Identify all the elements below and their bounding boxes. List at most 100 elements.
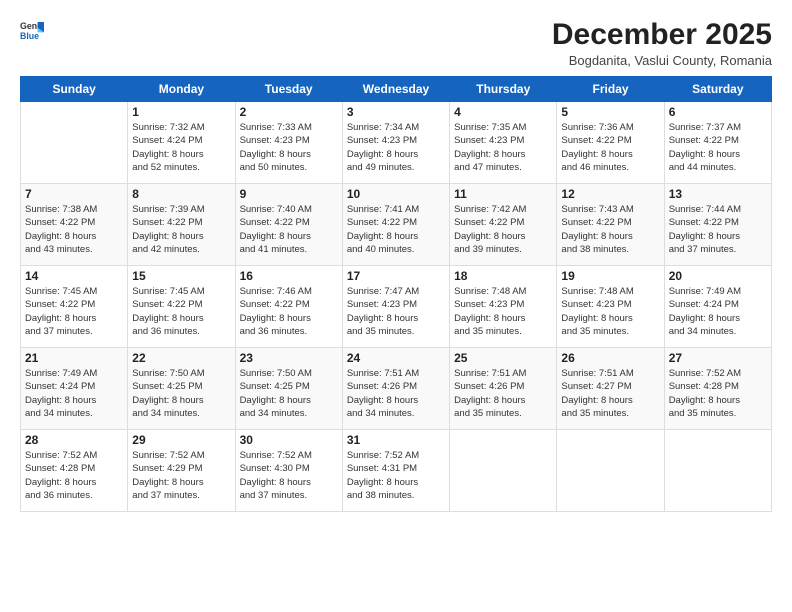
table-row xyxy=(664,430,771,512)
title-section: December 2025 Bogdanita, Vaslui County, … xyxy=(552,18,772,68)
table-row: 22Sunrise: 7:50 AM Sunset: 4:25 PM Dayli… xyxy=(128,348,235,430)
calendar-week-0: 1Sunrise: 7:32 AM Sunset: 4:24 PM Daylig… xyxy=(21,102,772,184)
day-number: 2 xyxy=(240,105,338,119)
day-number: 16 xyxy=(240,269,338,283)
table-row: 21 Sunrise: 7:49 AM Sunset: 4:24 PM Dayli… xyxy=(21,348,128,430)
day-info: Sunrise: 7:52 AM Sunset: 4:28 PM Dayligh… xyxy=(669,367,767,420)
day-info: Sunrise: 7:34 AM Sunset: 4:23 PM Dayligh… xyxy=(347,121,445,174)
day-number: 4 xyxy=(454,105,552,119)
calendar-week-1: 7 Sunrise: 7:38 AM Sunset: 4:22 PM Daylig… xyxy=(21,184,772,266)
day-info: Sunrise: 7:52 AM Sunset: 4:28 PM Dayligh… xyxy=(25,449,123,502)
day-number: 9 xyxy=(240,187,338,201)
month-title: December 2025 xyxy=(552,18,772,51)
day-info: Sunrise: 7:49 AM Sunset: 4:24 PM Dayligh… xyxy=(25,367,123,420)
table-row: 29Sunrise: 7:52 AM Sunset: 4:29 PM Dayli… xyxy=(128,430,235,512)
day-number: 30 xyxy=(240,433,338,447)
day-info: Sunrise: 7:45 AM Sunset: 4:22 PM Dayligh… xyxy=(132,285,230,338)
table-row: 11 Sunrise: 7:42 AM Sunset: 4:22 PM Dayli… xyxy=(450,184,557,266)
day-number: 7 xyxy=(25,187,123,201)
day-info: Sunrise: 7:52 AM Sunset: 4:29 PM Dayligh… xyxy=(132,449,230,502)
day-info: Sunrise: 7:32 AM Sunset: 4:24 PM Dayligh… xyxy=(132,121,230,174)
table-row: 30 Sunrise: 7:52 AM Sunset: 4:30 PM Dayli… xyxy=(235,430,342,512)
day-info: Sunrise: 7:37 AM Sunset: 4:22 PM Dayligh… xyxy=(669,121,767,174)
table-row: 5 Sunrise: 7:36 AM Sunset: 4:22 PM Daylig… xyxy=(557,102,664,184)
table-row: 26 Sunrise: 7:51 AM Sunset: 4:27 PM Dayli… xyxy=(557,348,664,430)
day-number: 24 xyxy=(347,351,445,365)
table-row: 24Sunrise: 7:51 AM Sunset: 4:26 PM Dayli… xyxy=(342,348,449,430)
calendar-table: Sunday Monday Tuesday Wednesday Thursday… xyxy=(20,76,772,512)
day-info: Sunrise: 7:33 AM Sunset: 4:23 PM Dayligh… xyxy=(240,121,338,174)
table-row: 19 Sunrise: 7:48 AM Sunset: 4:23 PM Dayli… xyxy=(557,266,664,348)
day-info: Sunrise: 7:51 AM Sunset: 4:26 PM Dayligh… xyxy=(454,367,552,420)
day-number: 21 xyxy=(25,351,123,365)
day-info: Sunrise: 7:50 AM Sunset: 4:25 PM Dayligh… xyxy=(132,367,230,420)
day-info: Sunrise: 7:48 AM Sunset: 4:23 PM Dayligh… xyxy=(561,285,659,338)
day-info: Sunrise: 7:41 AM Sunset: 4:22 PM Dayligh… xyxy=(347,203,445,256)
day-number: 5 xyxy=(561,105,659,119)
table-row: 25 Sunrise: 7:51 AM Sunset: 4:26 PM Dayli… xyxy=(450,348,557,430)
table-row: 1Sunrise: 7:32 AM Sunset: 4:24 PM Daylig… xyxy=(128,102,235,184)
table-row: 17 Sunrise: 7:47 AM Sunset: 4:23 PM Dayli… xyxy=(342,266,449,348)
header-wednesday: Wednesday xyxy=(342,77,449,102)
day-info: Sunrise: 7:47 AM Sunset: 4:23 PM Dayligh… xyxy=(347,285,445,338)
calendar-week-3: 21 Sunrise: 7:49 AM Sunset: 4:24 PM Dayli… xyxy=(21,348,772,430)
table-row: 28 Sunrise: 7:52 AM Sunset: 4:28 PM Dayli… xyxy=(21,430,128,512)
subtitle: Bogdanita, Vaslui County, Romania xyxy=(552,53,772,68)
svg-text:Blue: Blue xyxy=(20,31,39,41)
day-info: Sunrise: 7:43 AM Sunset: 4:22 PM Dayligh… xyxy=(561,203,659,256)
day-number: 27 xyxy=(669,351,767,365)
table-row: 23Sunrise: 7:50 AM Sunset: 4:25 PM Dayli… xyxy=(235,348,342,430)
day-info: Sunrise: 7:44 AM Sunset: 4:22 PM Dayligh… xyxy=(669,203,767,256)
header: General Blue December 2025 Bogdanita, Va… xyxy=(20,18,772,68)
header-monday: Monday xyxy=(128,77,235,102)
page: General Blue December 2025 Bogdanita, Va… xyxy=(0,0,792,612)
header-saturday: Saturday xyxy=(664,77,771,102)
logo-icon: General Blue xyxy=(20,18,44,42)
day-info: Sunrise: 7:42 AM Sunset: 4:22 PM Dayligh… xyxy=(454,203,552,256)
day-number: 12 xyxy=(561,187,659,201)
table-row: 10 Sunrise: 7:41 AM Sunset: 4:22 PM Dayli… xyxy=(342,184,449,266)
day-number: 10 xyxy=(347,187,445,201)
table-row: 12 Sunrise: 7:43 AM Sunset: 4:22 PM Dayli… xyxy=(557,184,664,266)
table-row: 15 Sunrise: 7:45 AM Sunset: 4:22 PM Dayli… xyxy=(128,266,235,348)
day-number: 28 xyxy=(25,433,123,447)
header-sunday: Sunday xyxy=(21,77,128,102)
day-number: 20 xyxy=(669,269,767,283)
day-info: Sunrise: 7:51 AM Sunset: 4:27 PM Dayligh… xyxy=(561,367,659,420)
day-number: 17 xyxy=(347,269,445,283)
table-row: 9 Sunrise: 7:40 AM Sunset: 4:22 PM Daylig… xyxy=(235,184,342,266)
header-tuesday: Tuesday xyxy=(235,77,342,102)
day-number: 26 xyxy=(561,351,659,365)
calendar-week-4: 28 Sunrise: 7:52 AM Sunset: 4:28 PM Dayli… xyxy=(21,430,772,512)
day-info: Sunrise: 7:48 AM Sunset: 4:23 PM Dayligh… xyxy=(454,285,552,338)
header-thursday: Thursday xyxy=(450,77,557,102)
table-row: 16Sunrise: 7:46 AM Sunset: 4:22 PM Dayli… xyxy=(235,266,342,348)
logo: General Blue xyxy=(20,18,47,42)
calendar-week-2: 14 Sunrise: 7:45 AM Sunset: 4:22 PM Dayli… xyxy=(21,266,772,348)
table-row: 4 Sunrise: 7:35 AM Sunset: 4:23 PM Daylig… xyxy=(450,102,557,184)
table-row: 14 Sunrise: 7:45 AM Sunset: 4:22 PM Dayli… xyxy=(21,266,128,348)
day-info: Sunrise: 7:35 AM Sunset: 4:23 PM Dayligh… xyxy=(454,121,552,174)
day-number: 14 xyxy=(25,269,123,283)
day-number: 11 xyxy=(454,187,552,201)
table-row: 31 Sunrise: 7:52 AM Sunset: 4:31 PM Dayli… xyxy=(342,430,449,512)
day-info: Sunrise: 7:38 AM Sunset: 4:22 PM Dayligh… xyxy=(25,203,123,256)
day-number: 15 xyxy=(132,269,230,283)
table-row xyxy=(557,430,664,512)
table-row xyxy=(450,430,557,512)
table-row: 3Sunrise: 7:34 AM Sunset: 4:23 PM Daylig… xyxy=(342,102,449,184)
table-row xyxy=(21,102,128,184)
day-number: 25 xyxy=(454,351,552,365)
header-friday: Friday xyxy=(557,77,664,102)
day-info: Sunrise: 7:52 AM Sunset: 4:30 PM Dayligh… xyxy=(240,449,338,502)
day-info: Sunrise: 7:36 AM Sunset: 4:22 PM Dayligh… xyxy=(561,121,659,174)
day-info: Sunrise: 7:50 AM Sunset: 4:25 PM Dayligh… xyxy=(240,367,338,420)
table-row: 27 Sunrise: 7:52 AM Sunset: 4:28 PM Dayli… xyxy=(664,348,771,430)
day-info: Sunrise: 7:52 AM Sunset: 4:31 PM Dayligh… xyxy=(347,449,445,502)
day-info: Sunrise: 7:45 AM Sunset: 4:22 PM Dayligh… xyxy=(25,285,123,338)
day-number: 6 xyxy=(669,105,767,119)
day-number: 31 xyxy=(347,433,445,447)
day-number: 19 xyxy=(561,269,659,283)
day-number: 18 xyxy=(454,269,552,283)
day-info: Sunrise: 7:40 AM Sunset: 4:22 PM Dayligh… xyxy=(240,203,338,256)
